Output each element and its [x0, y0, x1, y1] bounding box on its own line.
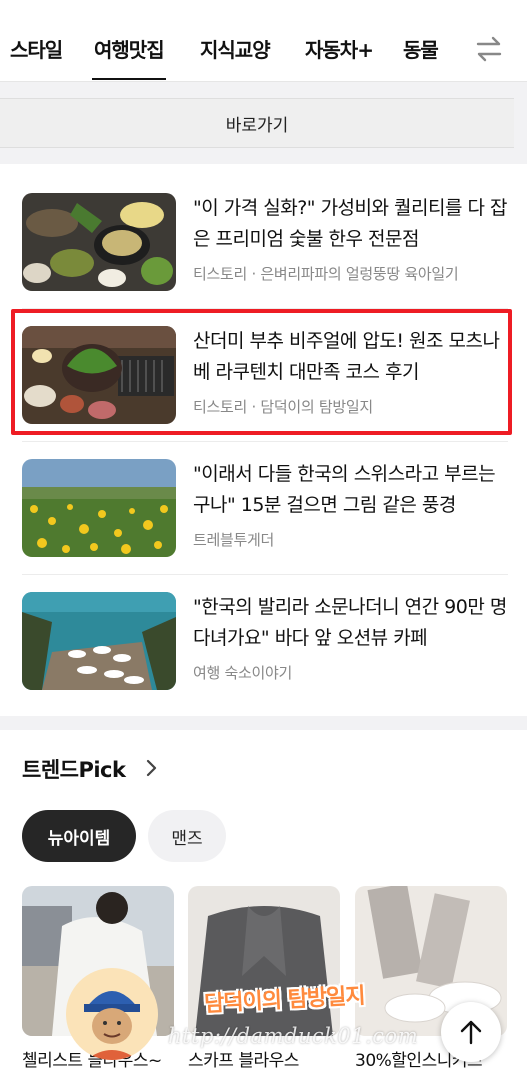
article-thumbnail: [22, 326, 176, 424]
shortcut-button[interactable]: 바로가기: [0, 98, 514, 148]
list-item[interactable]: "이래서 다들 한국의 스위스라고 부르는구나" 15분 걸으면 그림 같은 풍…: [22, 459, 510, 557]
arrow-up-icon: [460, 1020, 482, 1045]
article-thumbnail: [22, 193, 176, 291]
article-source: 티스토리 · 담덕이의 탐방일지: [193, 398, 373, 416]
chip-new-item[interactable]: 뉴아이템: [22, 810, 136, 862]
scroll-top-button[interactable]: [441, 1002, 501, 1062]
product-label: 스카프 블라우스: [188, 1051, 299, 1071]
section-separator: [0, 716, 527, 730]
divider: [22, 441, 508, 442]
article-list: "이 가격 실화?" 가성비와 퀄리티를 다 잡은 프리미엄 숯불 한우 전문점…: [0, 164, 527, 716]
tab-travel-food[interactable]: 여행맛집: [92, 34, 166, 80]
watermark-url: http://damduck01.com: [168, 1024, 419, 1048]
divider: [22, 308, 508, 309]
tab-car[interactable]: 자동차+: [305, 34, 374, 63]
list-item[interactable]: 산더미 부추 비주얼에 압도! 원조 모츠나베 라쿠텐치 대만족 코스 후기 티…: [22, 326, 510, 424]
chevron-right-icon[interactable]: [144, 756, 160, 780]
category-tab-bar: 스타일 여행맛집 지식교양 자동차+ 동물: [0, 0, 527, 82]
shortcut-section: 바로가기: [0, 82, 527, 164]
article-thumbnail: [22, 459, 176, 557]
article-source: 트레블투게더: [193, 531, 275, 549]
article-title: "이래서 다들 한국의 스위스라고 부르는구나" 15분 걸으면 그림 같은 풍…: [193, 463, 496, 516]
blog-avatar: [66, 968, 158, 1060]
tab-knowledge[interactable]: 지식교양: [200, 34, 271, 63]
list-item[interactable]: "이 가격 실화?" 가성비와 퀄리티를 다 잡은 프리미엄 숯불 한우 전문점…: [22, 193, 510, 291]
tab-animal[interactable]: 동물: [403, 34, 439, 63]
divider: [22, 574, 508, 575]
tab-style[interactable]: 스타일: [10, 34, 63, 63]
swap-arrows-icon[interactable]: [474, 34, 504, 64]
article-source: 여행 숙소이야기: [193, 664, 292, 682]
chip-mens[interactable]: 맨즈: [148, 810, 226, 862]
article-thumbnail: [22, 592, 176, 690]
trend-pick-title[interactable]: 트렌드Pick: [22, 754, 126, 784]
article-title: 산더미 부추 비주얼에 압도! 원조 모츠나베 라쿠텐치 대만족 코스 후기: [193, 330, 500, 383]
article-title: "한국의 발리라 소문나더니 연간 90만 명 다녀가요" 바다 앞 오션뷰 카…: [193, 596, 507, 649]
list-item[interactable]: "한국의 발리라 소문나더니 연간 90만 명 다녀가요" 바다 앞 오션뷰 카…: [22, 592, 510, 690]
article-title: "이 가격 실화?" 가성비와 퀄리티를 다 잡은 프리미엄 숯불 한우 전문점: [193, 197, 507, 250]
article-source: 티스토리 · 은벼리파파의 얼렁뚱땅 육아일기: [193, 265, 459, 283]
